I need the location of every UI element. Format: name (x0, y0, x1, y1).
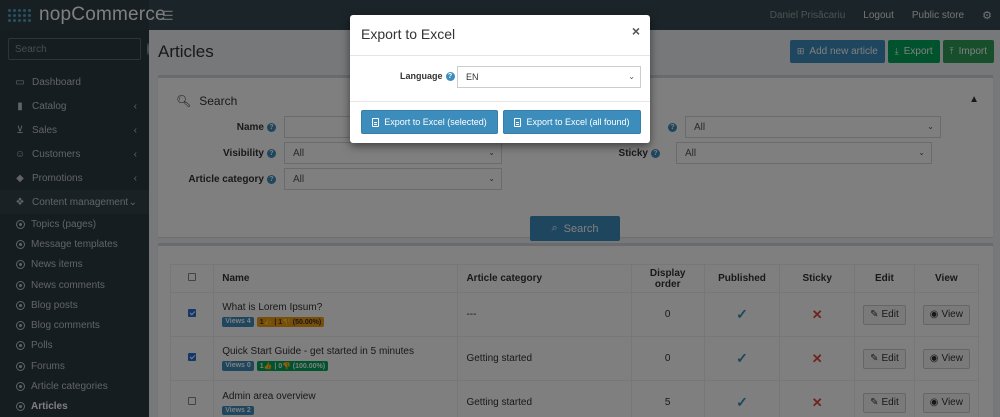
button-label: Export to Excel (selected) (384, 117, 487, 127)
modal-footer: Export to Excel (selected) Export to Exc… (350, 102, 650, 142)
chevron-down-icon: ⌄ (628, 72, 635, 81)
label-text: Language (400, 71, 443, 81)
help-icon[interactable]: ? (445, 71, 455, 81)
language-label: Language ? (400, 71, 455, 81)
close-icon[interactable]: × (632, 23, 640, 39)
modal-body: Language ? EN ⌄ (350, 56, 650, 102)
select-value: EN (466, 72, 479, 82)
language-select[interactable]: EN ⌄ (457, 66, 641, 88)
export-selected-button[interactable]: Export to Excel (selected) (361, 110, 498, 134)
file-excel-icon (514, 117, 522, 127)
modal-header: Export to Excel × (350, 15, 650, 56)
export-to-excel-modal: Export to Excel × Language ? EN ⌄ Export… (350, 15, 650, 143)
modal-title: Export to Excel (361, 26, 456, 42)
file-excel-icon (372, 117, 380, 127)
export-all-found-button[interactable]: Export to Excel (all found) (503, 110, 641, 134)
button-label: Export to Excel (all found) (526, 117, 630, 127)
